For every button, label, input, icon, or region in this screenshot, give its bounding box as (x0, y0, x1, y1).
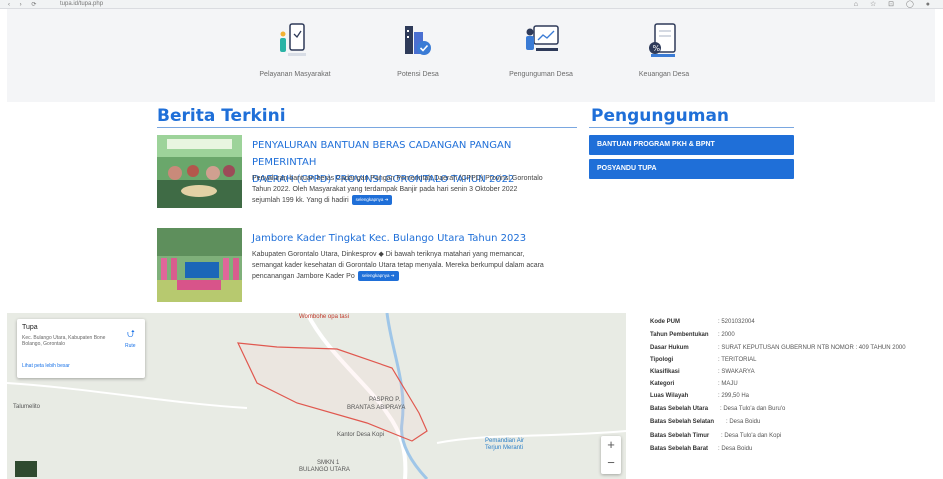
news-item: PENYALURAN BANTUAN BERAS CADANGAN PANGAN… (157, 135, 577, 215)
news-thumbnail[interactable] (157, 228, 242, 302)
map-label: SMKN 1 (317, 460, 340, 466)
map-label: Terjun Meranti (485, 445, 524, 451)
profile-key: Kategori (650, 381, 675, 387)
profile-key: Kode PUM (650, 319, 680, 325)
announcement-button-posyandu[interactable]: POSYANDU TUPA (589, 159, 794, 179)
map-place-card: Tupa Kec. Bulango Utara, Kabupaten Bone … (17, 319, 145, 378)
news-item: Jambore Kader Tingkat Kec. Bulango Utara… (157, 228, 577, 308)
svg-text:%: % (653, 44, 661, 53)
zoom-out-button[interactable]: − (601, 455, 621, 470)
route-link[interactable]: Rute (125, 343, 136, 349)
profile-value: : 5201032004 (718, 319, 755, 325)
news-excerpt-line: Penyaluran bantuan beras Cadangan Pangan… (252, 175, 543, 182)
news-photo-icon (157, 135, 242, 208)
border-key: Batas Sebelah Selatan (650, 419, 715, 425)
map-embed[interactable]: Tupa Kec. Bulango Utara, Kabupaten Bone … (7, 313, 626, 479)
news-excerpt-line: Kabupaten Gorontalo Utara, Dinkesprov ◆ … (252, 251, 525, 258)
read-more-button[interactable]: selengkapnya ➔ (357, 271, 399, 282)
map-place-name: Tupa (22, 324, 38, 331)
profile-value: : MAJU (718, 381, 738, 387)
phone-service-icon (280, 23, 306, 56)
larger-map-link[interactable]: Lihat peta lebih besar (22, 363, 70, 369)
menu-label: Pengunguman Desa (509, 71, 573, 78)
profile-key: Tahun Pembentukan (650, 332, 709, 338)
profile-key: Klasifikasi (650, 369, 680, 375)
border-value: : Desa Tulo'a dan Buru'o (720, 406, 786, 412)
menu-item-potensi[interactable]: Potensi Desa (358, 9, 478, 102)
menu-item-pelayanan[interactable]: Pelayanan Masyarakat (235, 9, 355, 102)
profile-key: Luas Wilayah (650, 393, 689, 399)
news-excerpt-line: sejumlah 199 kk. Yang di hadiri selengkap… (252, 195, 543, 206)
news-excerpt-text: sejumlah 199 kk. Yang di hadiri (252, 197, 349, 204)
news-excerpt-line: pencanangan Jambore Kader Po selengkapnya… (252, 271, 544, 282)
border-key: Batas Sebelah Utara (650, 406, 709, 412)
news-thumbnail[interactable] (157, 135, 242, 208)
zoom-in-button[interactable]: + (601, 437, 621, 452)
profile-value: : SWAKARYA (718, 369, 755, 375)
profile-value: : 299,50 Ha (718, 393, 750, 399)
address-bar[interactable]: tupa.id/tupa.php (60, 1, 260, 7)
news-title-line: PENYALURAN BANTUAN BERAS CADANGAN PANGAN… (252, 140, 512, 168)
profile-value: : TERITORIAL (718, 357, 757, 363)
browser-nav-buttons[interactable]: ‹ › ⟳ (8, 1, 40, 8)
profile-key: Tipologi (650, 357, 674, 363)
news-section-title: Berita Terkini (157, 106, 286, 126)
news-excerpt-line: Tahun 2022. Oleh Masyarakat yang terdamp… (252, 186, 518, 193)
news-excerpt: Penyaluran bantuan beras Cadangan Pangan… (252, 173, 543, 206)
map-zoom-controls: + − (601, 436, 621, 474)
map-label: Kantor Desa Kopi (337, 432, 385, 438)
menu-label: Potensi Desa (397, 71, 439, 78)
presentation-board-icon (526, 25, 559, 51)
service-menu: Pelayanan Masyarakat Potensi Desa Pengun… (7, 9, 935, 102)
menu-label: Keuangan Desa (638, 71, 690, 78)
profile-key: Dasar Hukum (650, 345, 689, 351)
map-label: BRANTAS ABIPRAYA (347, 405, 406, 411)
route-icon[interactable]: ⮍ (127, 327, 135, 344)
map-label: Pemandian Air (485, 438, 525, 444)
browser-toolbar: ‹ › ⟳ tupa.id/tupa.php ⌂ ☆ ⊡ ◯ ● (0, 0, 943, 9)
news-excerpt-line: semangat kader kesehatan di Gorontalo Ut… (252, 262, 544, 269)
border-value: : Desa Boidu (718, 446, 753, 452)
menu-label: Pelayanan Masyarakat (259, 71, 331, 78)
divider (589, 127, 794, 128)
announcement-button-pkh[interactable]: BANTUAN PROGRAM PKH & BPNT (589, 135, 794, 155)
finance-document-icon: % (649, 23, 676, 57)
profile-value: : 2000 (718, 332, 735, 338)
news-photo-icon (157, 228, 242, 302)
border-value: : Desa Boidu (726, 419, 761, 425)
menu-item-keuangan[interactable]: % Keuangan Desa (604, 9, 724, 102)
map-label: BULANGO UTARA (299, 467, 350, 473)
buildings-check-icon (405, 26, 431, 55)
news-title-line: Jambore Kader Tingkat Kec. Bulango Utara… (252, 233, 527, 244)
announcement-section-title: Pengunguman (591, 106, 730, 126)
border-key: Batas Sebelah Timur (650, 433, 710, 439)
divider (157, 127, 577, 128)
news-excerpt: Kabupaten Gorontalo Utara, Dinkesprov ◆ … (252, 249, 544, 282)
profile-value: : SURAT KEPUTUSAN GUBERNUR NTB NOMOR : 4… (718, 345, 906, 351)
map-label: Talumelito (13, 404, 41, 410)
read-more-button[interactable]: selengkapnya ➔ (351, 195, 393, 206)
map-label: Wombohe opa tasi (299, 314, 349, 320)
news-title[interactable]: Jambore Kader Tingkat Kec. Bulango Utara… (252, 230, 526, 247)
map-place-address: Kec. Bulango Utara, Kabupaten Bone Bolan… (22, 335, 106, 347)
border-key: Batas Sebelah Barat (650, 446, 709, 452)
news-excerpt-text: pencanangan Jambore Kader Po (252, 273, 355, 280)
browser-controls[interactable]: ⌂ ☆ ⊡ ◯ ● (854, 0, 935, 8)
menu-item-pengunguman[interactable]: Pengunguman Desa (481, 9, 601, 102)
map-label: PASPRO P. (369, 397, 401, 403)
border-value: : Desa Tulo'a dan Kopi (721, 433, 782, 439)
